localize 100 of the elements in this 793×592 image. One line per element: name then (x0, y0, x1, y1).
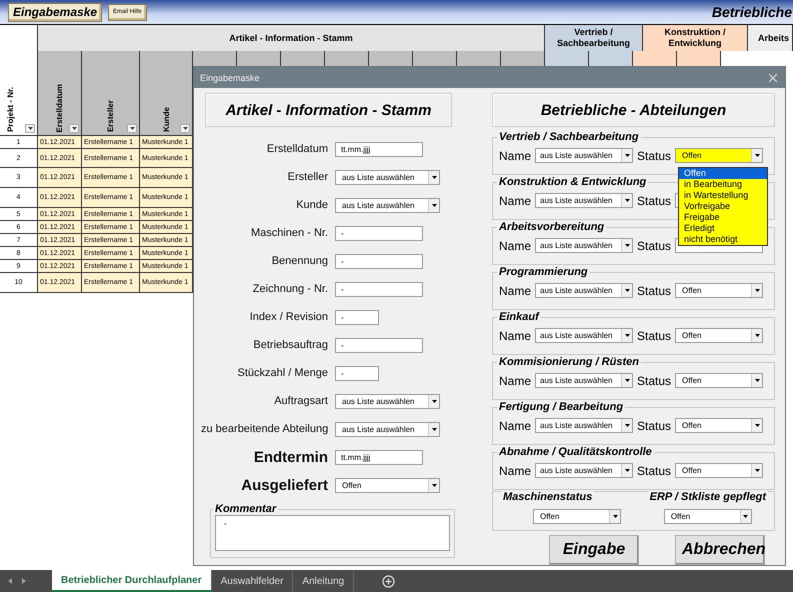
dialog-button[interactable]: Abbrechen (675, 535, 765, 565)
group-title: Vertrieb / Sachbearbeitung (498, 131, 640, 143)
caret-icon (182, 127, 188, 130)
field-label: Status (637, 328, 672, 342)
dropdown-field[interactable]: Offen (675, 328, 764, 343)
field-label: Name (499, 284, 532, 298)
field-label: Status (637, 418, 672, 432)
caret-icon (743, 515, 748, 518)
dropdown-option[interactable]: Freigabe (679, 212, 767, 223)
caret-icon (624, 199, 630, 202)
add-sheet-icon[interactable] (382, 574, 396, 588)
filter-button[interactable] (69, 124, 79, 133)
input-field[interactable]: - (335, 282, 423, 296)
input-field[interactable]: - (335, 226, 423, 240)
caret-icon (72, 127, 76, 130)
dropdown-field[interactable]: Offen (675, 283, 764, 298)
group-title: ERP / Stkliste gepflegt (648, 491, 768, 503)
caret-icon (624, 244, 630, 247)
dropdown-field[interactable]: aus Liste auswählen (535, 418, 634, 433)
column-header: Erstelldatum (55, 84, 64, 132)
group-title: Konstruktion & Entwicklung (498, 176, 648, 188)
field-label: Status (637, 464, 672, 478)
dropdown-option[interactable]: in Wartestellung (679, 190, 767, 201)
comment-field[interactable]: - (215, 515, 450, 551)
dropdown-option[interactable]: Erledigt (679, 223, 767, 234)
dropdown-field[interactable]: Offen (533, 509, 621, 524)
field-label: Name (499, 464, 532, 478)
toolbar-button[interactable]: Eingabemaske (8, 2, 102, 22)
scroll-right-icon[interactable] (22, 578, 26, 584)
field-label: Name (499, 238, 532, 252)
dropdown-option[interactable]: Offen (679, 168, 767, 179)
filter-button[interactable] (127, 124, 137, 133)
dropdown-field[interactable]: Offen (664, 509, 752, 524)
dropdown-field[interactable]: aus Liste auswählen (335, 422, 440, 436)
input-field[interactable]: - (335, 338, 423, 352)
dropdown-field[interactable]: Offen (675, 148, 764, 163)
field-label: Endtermin (252, 448, 329, 466)
dropdown-field[interactable]: Offen (675, 463, 764, 478)
dropdown-field[interactable]: aus Liste auswählen (535, 373, 634, 388)
dropdown-field[interactable]: aus Liste auswählen (535, 283, 634, 298)
field-label: Status (637, 148, 672, 162)
field-label: Ausgeliefert (240, 476, 329, 494)
field-label: Auftragsart (273, 395, 329, 407)
sheet-tab[interactable]: Betrieblicher Durchlaufplaner (52, 570, 212, 592)
column-header: Kunde (162, 107, 170, 132)
input-field[interactable]: - (335, 310, 379, 324)
scroll-left-icon[interactable] (8, 578, 12, 584)
dropdown-field[interactable]: aus Liste auswählen (535, 148, 634, 163)
dropdown-field[interactable]: aus Liste auswählen (535, 463, 634, 478)
dropdown-option[interactable]: nicht benötigt (679, 234, 767, 245)
caret-icon (624, 334, 630, 337)
dropdown-field[interactable]: Offen (335, 478, 440, 492)
group-title: Programmierung (498, 266, 589, 278)
dropdown-option[interactable]: in Bearbeitung (679, 179, 767, 190)
dropdown-option[interactable]: Vorfreigabe (679, 201, 767, 212)
field-label: Name (499, 374, 532, 388)
group-title: Fertigung / Bearbeitung (498, 401, 624, 413)
caret-icon (612, 515, 618, 518)
group-header: Artikel - Information - Stamm (38, 25, 545, 51)
dropdown-field[interactable]: aus Liste auswählen (335, 170, 440, 184)
caret-icon (624, 379, 630, 382)
caret-icon (754, 424, 760, 427)
sheet-tab[interactable]: Anleitung (293, 570, 354, 592)
input-field[interactable]: tt.mm.jjjj (335, 450, 423, 464)
caret-icon (130, 127, 134, 130)
caret-icon (432, 176, 436, 178)
caret-icon (432, 428, 436, 430)
dropdown-field[interactable]: Offen (675, 418, 764, 433)
dropdown-field[interactable]: Offen (675, 373, 764, 388)
group-title: Kommentar (214, 503, 278, 515)
dropdown-field[interactable]: aus Liste auswählen (335, 198, 440, 212)
field-label: Name (499, 418, 532, 432)
caret-icon (432, 484, 436, 486)
group-header: Vertrieb / Sachbearbeitung (545, 25, 643, 51)
dropdown-field[interactable]: aus Liste auswählen (335, 394, 440, 408)
field-label: Kunde (295, 199, 329, 211)
column-header: Projekt - Nr. (6, 87, 15, 132)
dialog-button[interactable]: Eingabe (549, 535, 639, 565)
group-header: Konstruktion / Entwicklung (643, 25, 748, 51)
panel-title: Artikel - Information - Stamm (205, 93, 452, 127)
input-field[interactable]: - (335, 254, 423, 268)
close-icon[interactable] (769, 74, 777, 82)
dropdown-field[interactable]: aus Liste auswählen (535, 238, 634, 253)
caret-icon (432, 204, 436, 206)
field-label: Maschinen - Nr. (250, 227, 329, 239)
caret-icon (624, 289, 630, 292)
caret-icon (754, 154, 760, 157)
field-label: Betriebsauftrag (252, 339, 329, 351)
filter-button[interactable] (180, 124, 190, 133)
filter-button[interactable] (25, 124, 35, 133)
caret-icon (624, 424, 630, 427)
sheet-tab[interactable]: Auswahlfelder (212, 570, 294, 592)
field-label: Name (499, 148, 532, 162)
dropdown-field[interactable]: aus Liste auswählen (535, 328, 634, 343)
column-header: Ersteller (106, 100, 115, 132)
input-field[interactable]: tt.mm.jjjj (335, 142, 423, 156)
dropdown-field[interactable]: aus Liste auswählen (535, 193, 634, 208)
input-field[interactable]: - (335, 366, 379, 380)
sheet-title: Betriebliche (712, 4, 792, 20)
field-label: Status (637, 374, 672, 388)
